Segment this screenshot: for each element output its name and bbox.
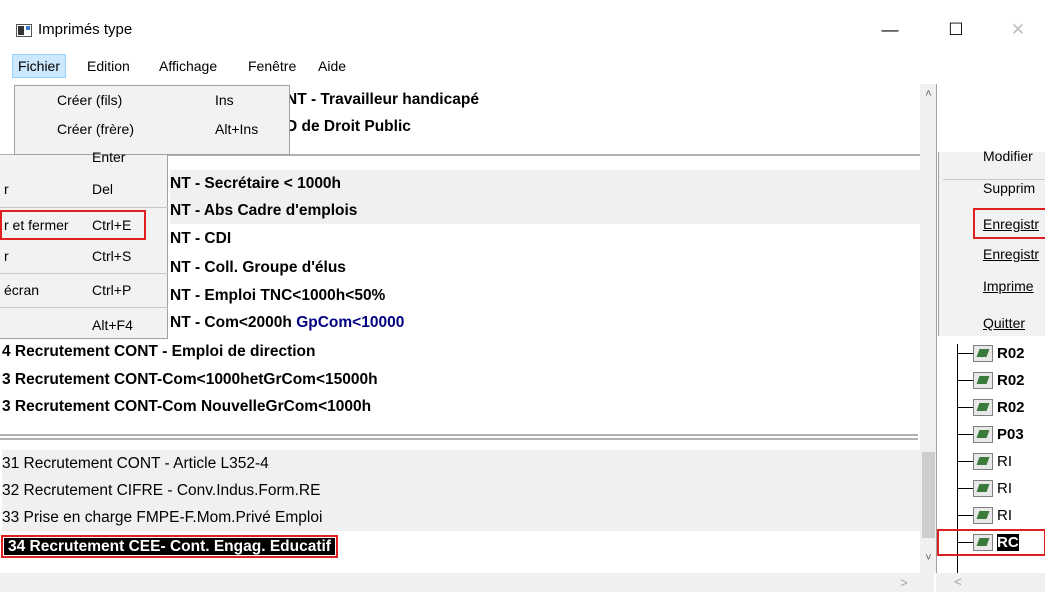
menu-separator <box>0 273 168 274</box>
tree-node-label: P03 <box>997 426 1024 443</box>
ctx-item-supprimer[interactable]: Supprim <box>983 180 1035 196</box>
list-item[interactable]: 3 Recrutement CONT-Com NouvelleGrCom<100… <box>2 393 371 420</box>
document-icon <box>973 534 993 551</box>
menu-item-creer-frere[interactable]: Créer (frère) <box>57 121 134 137</box>
menu-fenetre[interactable]: Fenêtre <box>243 54 301 78</box>
ctx-item-enregistrer[interactable]: Enregistr <box>983 246 1039 262</box>
tree-node[interactable]: R02 <box>937 340 1045 367</box>
app-icon <box>16 24 32 37</box>
list-item[interactable]: NT - Travailleur handicapé <box>286 86 479 113</box>
document-icon <box>973 507 993 524</box>
tree-node-label: R02 <box>997 345 1025 362</box>
shortcut-label: Del <box>92 181 114 197</box>
render-artifact <box>0 438 918 440</box>
list-item[interactable]: NT - CDI <box>170 225 231 252</box>
ctx-item-imprimer[interactable]: Imprime <box>983 278 1034 294</box>
list-item[interactable]: NT - Emploi TNC<1000h<50% <box>170 282 385 309</box>
menu-item-apercu-ecran[interactable]: écran <box>4 282 39 298</box>
document-icon <box>973 480 993 497</box>
vertical-scrollbar[interactable]: ˄ ˅ <box>920 84 937 573</box>
fichier-dropdown: Créer (fils) Ins Créer (frère) Alt+Ins <box>14 85 290 155</box>
scroll-up-icon[interactable]: ˄ <box>920 86 937 103</box>
list-item[interactable]: NT - Secrétaire < 1000h <box>170 170 920 197</box>
menu-edition[interactable]: Edition <box>82 54 135 78</box>
render-artifact <box>0 434 918 436</box>
menu-affichage[interactable]: Affichage <box>154 54 222 78</box>
tree-node[interactable]: RI <box>937 502 1045 529</box>
ctx-item-quitter[interactable]: Quitter <box>983 315 1025 331</box>
scroll-right-icon[interactable]: > <box>895 574 913 591</box>
menu-item-enregistrer[interactable]: r <box>4 248 9 264</box>
horizontal-scrollbar[interactable]: > <box>0 573 934 592</box>
menu-item-supprimer[interactable]: r <box>4 181 9 197</box>
application-window: Imprimés type — ☐ ✕ Fichier Edition Affi… <box>0 0 1045 592</box>
list-item[interactable]: NT - Coll. Groupe d'élus <box>170 254 346 281</box>
tree-node-label: RI <box>997 480 1012 497</box>
window-title: Imprimés type <box>38 21 133 38</box>
tree-node[interactable]: R02 <box>937 367 1045 394</box>
list-item[interactable]: 33 Prise en charge FMPE-F.Mom.Privé Empl… <box>2 504 920 531</box>
document-icon <box>973 372 993 389</box>
tree-node-label: RC <box>997 534 1019 551</box>
document-icon <box>973 345 993 362</box>
scroll-thumb[interactable] <box>922 452 935 538</box>
menu-bar: Fichier Edition Affichage Fenêtre Aide <box>0 54 1045 78</box>
menu-separator <box>0 307 168 308</box>
shortcut-label: Enter <box>92 149 126 165</box>
menu-aide[interactable]: Aide <box>313 54 351 78</box>
list-item-selected[interactable]: 34 Recrutement CEE- Cont. Engag. Educati… <box>1 533 338 560</box>
tree-node[interactable]: P03 <box>937 421 1045 448</box>
shortcut-label: Ins <box>215 92 234 108</box>
menu-separator <box>0 207 168 208</box>
tree-node[interactable]: RI <box>937 448 1045 475</box>
tree-node-label: R02 <box>997 372 1025 389</box>
tree-horizontal-scrollbar[interactable]: < <box>936 573 1045 592</box>
title-bar: Imprimés type — ☐ ✕ <box>0 0 1045 48</box>
minimize-button[interactable]: — <box>867 14 913 46</box>
shortcut-label: Alt+Ins <box>215 121 259 137</box>
ctx-item-modifier[interactable]: Modifier <box>983 148 1033 164</box>
tree-node[interactable]: RI <box>937 475 1045 502</box>
close-button[interactable]: ✕ <box>995 14 1041 46</box>
scroll-left-icon[interactable]: < <box>954 574 962 589</box>
context-menu-fragment: Modifier Supprim Enregistr Enregistr Imp… <box>938 148 1045 336</box>
list-item[interactable]: 32 Recrutement CIFRE - Conv.Indus.Form.R… <box>2 477 920 504</box>
shortcut-label: Ctrl+P <box>92 282 132 298</box>
list-item[interactable]: 31 Recrutement CONT - Article L352-4 <box>2 450 920 477</box>
tree-node-label: RI <box>997 453 1012 470</box>
tree-node-selected[interactable]: RC <box>937 529 1045 556</box>
document-icon <box>973 426 993 443</box>
list-item[interactable]: 3 Recrutement CONT-Com<1000hetGrCom<1500… <box>2 366 378 393</box>
shortcut-label: Alt+F4 <box>92 317 133 333</box>
list-item[interactable]: NT - Abs Cadre d'emplois <box>170 197 920 224</box>
shortcut-label: Ctrl+S <box>92 248 132 264</box>
tree-node-label: R02 <box>997 399 1025 416</box>
tree-node[interactable]: R02 <box>937 394 1045 421</box>
scroll-down-icon[interactable]: ˅ <box>920 550 937 567</box>
list-item[interactable]: 4 Recrutement CONT - Emploi de direction <box>2 338 316 365</box>
menu-fichier[interactable]: Fichier <box>12 54 67 78</box>
document-icon <box>973 453 993 470</box>
tree-node-label: RI <box>997 507 1012 524</box>
fichier-dropdown-fragment: Enter r Del r et fermer Ctrl+E r Ctrl+S … <box>0 149 168 339</box>
maximize-button[interactable]: ☐ <box>933 14 979 46</box>
highlight-box <box>973 208 1045 239</box>
list-item[interactable]: D de Droit Public <box>286 113 411 140</box>
highlight-box <box>0 210 146 240</box>
menu-item-creer-fils[interactable]: Créer (fils) <box>57 92 122 108</box>
document-icon <box>973 399 993 416</box>
list-item[interactable]: NT - Com<2000h GpCom<10000 <box>170 309 404 336</box>
